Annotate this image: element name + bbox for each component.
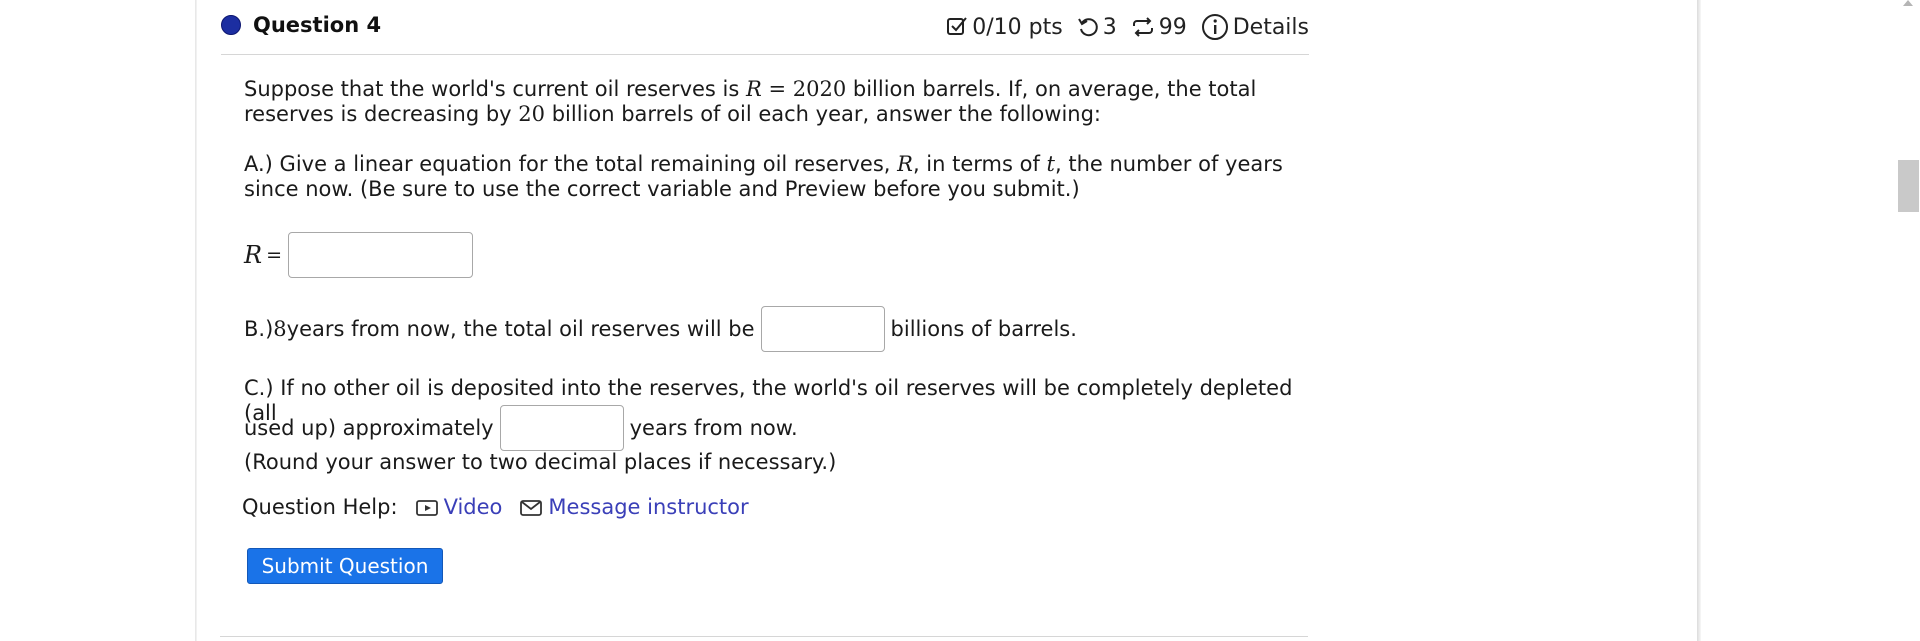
part-a-answer-row: R = xyxy=(244,232,473,278)
attempts-badge: 3 xyxy=(1077,15,1117,40)
part-b-answer-input[interactable] xyxy=(760,306,885,352)
page-right-edge xyxy=(1697,0,1701,641)
repeat-icon xyxy=(1132,17,1153,37)
question-header: Question 4 0/10 pts 3 99 Details xyxy=(221,0,1309,55)
scrollbar[interactable] xyxy=(1896,0,1920,641)
checkbox-icon xyxy=(947,17,968,35)
info-icon xyxy=(1201,14,1228,40)
versions-count: 99 xyxy=(1158,14,1187,40)
points-badge: 0/10 pts xyxy=(946,14,1063,40)
question-divider xyxy=(220,636,1308,637)
r-variable-label: R xyxy=(244,240,263,269)
message-instructor-link[interactable]: Message instructor xyxy=(520,495,749,520)
video-icon xyxy=(415,499,438,516)
problem-intro: Suppose that the world's current oil res… xyxy=(244,77,1257,126)
part-c-answer-input[interactable] xyxy=(499,405,624,451)
part-b-row: B.) 8 years from now, the total oil rese… xyxy=(244,306,1077,352)
question-title: Question 4 xyxy=(253,13,382,37)
details-label: Details xyxy=(1232,14,1309,40)
part-c-row: used up) approximately years from now. xyxy=(244,405,798,451)
equals-sign: = xyxy=(266,243,282,266)
video-link[interactable]: Video xyxy=(415,495,502,520)
retry-icon xyxy=(1077,18,1098,37)
scrollbar-thumb[interactable] xyxy=(1898,160,1919,212)
part-a-answer-input[interactable] xyxy=(288,232,473,278)
details-button[interactable]: Details xyxy=(1201,13,1309,41)
question-status-dot xyxy=(221,15,241,35)
mail-icon xyxy=(520,499,543,516)
question-help-label: Question Help: xyxy=(242,495,398,519)
question-card: Question 4 0/10 pts 3 99 Details Suppose… xyxy=(197,0,1697,641)
question-meta: 0/10 pts 3 99 Details xyxy=(932,12,1309,42)
scroll-up-arrow[interactable] xyxy=(1903,0,1913,6)
attempts-count: 3 xyxy=(1102,14,1117,40)
part-a-prompt: A.) Give a linear equation for the total… xyxy=(244,152,1283,201)
rounding-note: (Round your answer to two decimal places… xyxy=(244,450,837,474)
points-text: 0/10 pts xyxy=(972,14,1063,40)
submit-question-button[interactable]: Submit Question xyxy=(247,548,443,584)
question-help: Question Help: Video Message instructor xyxy=(242,495,749,520)
versions-badge: 99 xyxy=(1131,15,1187,40)
